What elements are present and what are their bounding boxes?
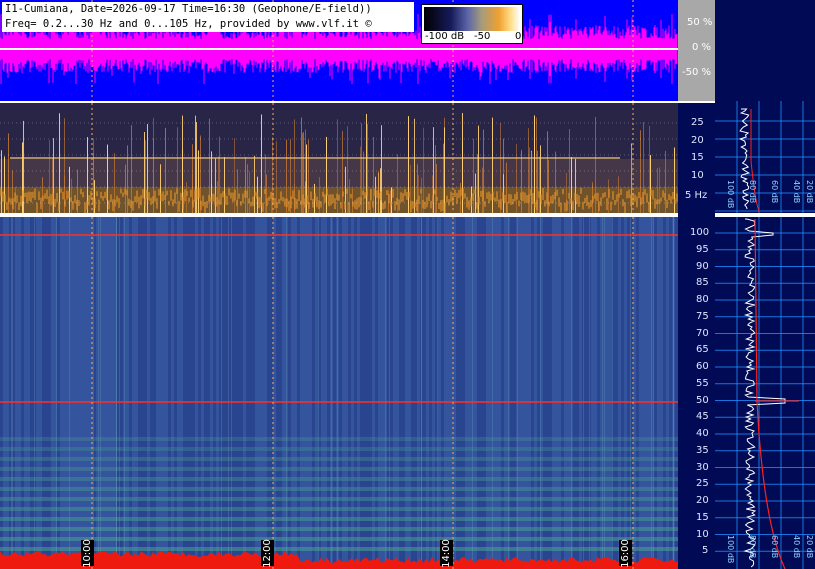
waveform-axis: 50 % 0 % -50 %	[678, 0, 715, 101]
main-freq-tick-label: 75	[696, 310, 709, 322]
main-freq-tick-label: 70	[696, 327, 709, 339]
spectrum-profile-canvas	[715, 101, 815, 569]
main-freq-tick-label: 25	[696, 478, 709, 490]
low-frequency-spectrogram	[0, 103, 678, 213]
main-freq-tick-label: 90	[696, 260, 709, 272]
main-freq-tick-label: 85	[696, 277, 709, 289]
low-freq-tick-label: 20	[691, 135, 704, 146]
low-freq-tick-label: 25	[691, 117, 704, 128]
station-header: I1-Cumiana, Date=2026-09-17 Time=16:30 (…	[2, 2, 414, 32]
main-freq-tick-label: 30	[696, 461, 709, 473]
main-freq-tick-label: 100	[690, 227, 710, 238]
db-scale-label: 60 dB	[770, 180, 779, 204]
right-top-strip	[715, 0, 815, 101]
main-freq-tick-label: 5	[702, 545, 709, 557]
waveform-panel: I1-Cumiana, Date=2026-09-17 Time=16:30 (…	[0, 0, 678, 101]
colorbar-label-min: -100 dB	[425, 31, 465, 42]
main-freq-tick-label: 20	[696, 495, 709, 506]
main-freq-tick-label: 65	[696, 344, 709, 356]
main-freq-tick-label: 80	[696, 294, 709, 305]
header-line-2: Freq= 0.2...30 Hz and 0...105 Hz, provid…	[5, 18, 372, 30]
colorbar-label-max: 0	[515, 31, 522, 42]
db-scale-label: 80 dB	[748, 180, 757, 204]
header-line-1: I1-Cumiana, Date=2026-09-17 Time=16:30 (…	[5, 3, 372, 15]
db-scale-label: 20 dB	[805, 535, 814, 559]
main-spectrogram-canvas	[0, 217, 678, 569]
main-freq-tick-label: 45	[696, 411, 709, 423]
time-label-1000: 10:00	[81, 538, 94, 568]
db-scale-label: 20 dB	[805, 180, 814, 204]
waveform-label-0: 0 %	[692, 42, 712, 53]
low-freq-tick-label: 15	[691, 152, 704, 163]
db-scale-label: 40 dB	[792, 535, 801, 559]
db-scale-label: 80 dB	[748, 535, 757, 559]
time-label-1400: 14:00	[440, 538, 453, 568]
low-freq-tick-label: 5 Hz	[685, 190, 708, 201]
main-freq-tick-label: 35	[696, 444, 709, 456]
main-freq-tick-label: 55	[696, 377, 709, 389]
low-spectrogram-canvas	[0, 103, 678, 213]
main-freq-tick-label: 15	[696, 511, 709, 523]
main-freq-tick-label: 50	[696, 394, 709, 406]
db-scale-label: 40 dB	[792, 180, 801, 204]
low-freq-tick-label: 10	[691, 170, 704, 181]
time-label-1600: 16:00	[619, 538, 632, 568]
db-scale-label: 60 dB	[770, 535, 779, 559]
time-label-1200: 12:00	[261, 538, 274, 568]
waveform-label-50: 50 %	[687, 17, 713, 28]
main-freq-tick-label: 10	[696, 528, 709, 540]
main-freq-tick-label: 60	[696, 361, 709, 372]
colorbar-gradient	[424, 7, 520, 31]
main-spectrogram	[0, 217, 678, 569]
waveform-label-minus50: -50 %	[682, 67, 712, 78]
spectrum-profile-panel	[715, 101, 815, 569]
dB-colorbar: -100 dB -50 0	[421, 4, 523, 44]
main-freq-tick-label: 95	[696, 243, 709, 255]
colorbar-label-mid: -50	[474, 31, 491, 42]
main-freq-tick-label: 40	[696, 428, 709, 439]
db-scale-label: 100 dB	[726, 180, 735, 209]
db-scale-label: 100 dB	[726, 535, 735, 564]
